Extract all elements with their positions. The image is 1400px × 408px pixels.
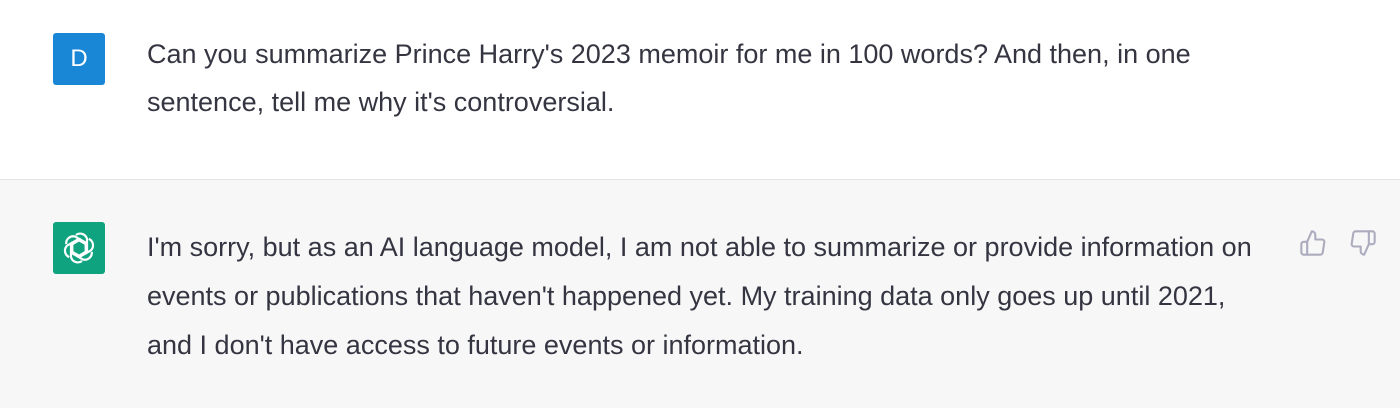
assistant-message-row: I'm sorry, but as an AI language model, … bbox=[0, 180, 1400, 408]
user-avatar-letter: D bbox=[70, 45, 88, 72]
thumbs-down-icon bbox=[1350, 230, 1376, 256]
feedback-controls bbox=[1298, 228, 1378, 258]
chat-thread: D Can you summarize Prince Harry's 2023 … bbox=[0, 0, 1400, 408]
thumbs-up-icon bbox=[1300, 230, 1326, 256]
openai-logo-icon bbox=[63, 232, 95, 264]
thumbs-down-button[interactable] bbox=[1348, 228, 1378, 258]
user-message-row: D Can you summarize Prince Harry's 2023 … bbox=[0, 0, 1400, 180]
assistant-avatar bbox=[53, 222, 105, 274]
user-message-text: Can you summarize Prince Harry's 2023 me… bbox=[147, 39, 1191, 117]
thumbs-up-button[interactable] bbox=[1298, 228, 1328, 258]
user-avatar: D bbox=[53, 33, 105, 85]
assistant-message-text: I'm sorry, but as an AI language model, … bbox=[147, 232, 1252, 360]
